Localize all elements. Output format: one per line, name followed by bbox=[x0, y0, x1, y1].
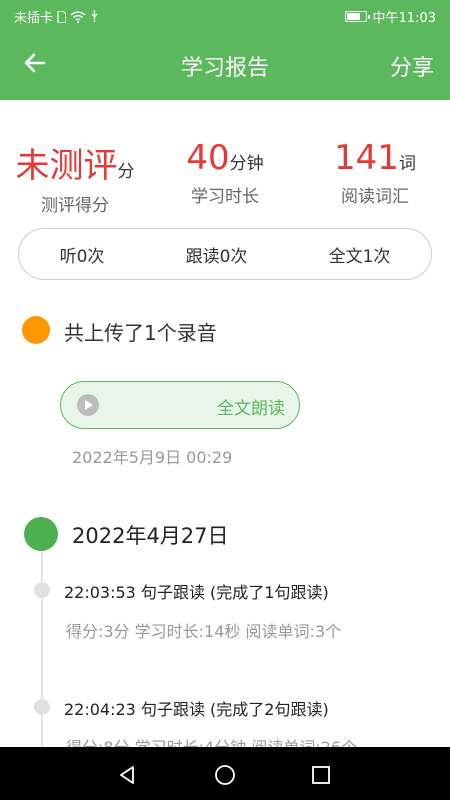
battery-icon bbox=[344, 11, 370, 22]
follow-count: 跟读0次 bbox=[185, 246, 248, 267]
upload-summary: 共上传了1个录音 bbox=[64, 321, 217, 345]
share-button[interactable]: 分享 bbox=[390, 50, 434, 82]
timeline-line bbox=[41, 548, 43, 748]
system-nav-bar bbox=[0, 747, 450, 800]
words-stat: 141词 阅读词汇 bbox=[310, 138, 440, 207]
back-button[interactable] bbox=[22, 50, 52, 80]
status-bar: 未插卡 中午11:03 bbox=[0, 0, 450, 30]
timeline-entry-dot bbox=[34, 582, 50, 598]
study-time-stat: 40分钟 学习时长 bbox=[160, 138, 290, 207]
play-icon bbox=[77, 394, 99, 416]
square-recents-icon bbox=[312, 766, 330, 784]
usb-icon bbox=[91, 10, 98, 22]
score-stat: 未测评分 测评得分 bbox=[10, 138, 140, 216]
triangle-back-icon bbox=[120, 766, 134, 784]
score-unit: 分 bbox=[117, 162, 135, 182]
timeline-entry-title: 22:04:23 句子跟读 (完成了2句跟读) bbox=[64, 700, 329, 719]
audio-play-button[interactable]: 全文朗读 bbox=[60, 381, 300, 429]
full-count: 全文1次 bbox=[328, 246, 391, 267]
listen-count: 听0次 bbox=[59, 246, 105, 267]
status-left: 未插卡 bbox=[14, 7, 99, 26]
date-dot-icon bbox=[24, 517, 58, 551]
circle-home-icon bbox=[215, 765, 235, 785]
nav-back-button[interactable] bbox=[115, 763, 139, 787]
page-title: 学习报告 bbox=[180, 56, 269, 81]
words-label: 阅读词汇 bbox=[341, 187, 409, 207]
timeline-entry-meta: 得分:3分 学习时长:14秒 阅读单词:3个 bbox=[66, 622, 342, 641]
upload-date: 2022年5月9日 00:29 bbox=[72, 448, 233, 467]
nav-home-button[interactable] bbox=[213, 763, 237, 787]
study-time-value-row: 40分钟 bbox=[160, 138, 290, 178]
arrow-left-icon bbox=[24, 53, 46, 73]
app-bar: 学习报告 分享 bbox=[0, 30, 450, 100]
study-time-value: 40 bbox=[186, 138, 230, 178]
score-value-row: 未测评分 bbox=[10, 138, 140, 187]
study-time-label: 学习时长 bbox=[191, 187, 259, 207]
audio-label: 全文朗读 bbox=[217, 399, 285, 419]
words-value: 141 bbox=[334, 138, 399, 178]
clock-text: 中午11:03 bbox=[372, 11, 436, 26]
nav-recents-button[interactable] bbox=[309, 763, 333, 787]
timeline-entry-title: 22:03:53 句子跟读 (完成了1句跟读) bbox=[64, 583, 329, 602]
battery-fill bbox=[346, 13, 360, 20]
carrier-text: 未插卡 bbox=[14, 11, 54, 26]
timeline-date: 2022年4月27日 bbox=[72, 524, 229, 548]
upload-dot-icon bbox=[22, 316, 50, 344]
score-label: 测评得分 bbox=[41, 196, 109, 216]
study-time-unit: 分钟 bbox=[229, 154, 264, 174]
status-right: 中午11:03 bbox=[344, 7, 436, 26]
sim-icon bbox=[57, 10, 67, 23]
wifi-icon bbox=[70, 10, 86, 23]
score-value: 未测评 bbox=[15, 146, 118, 186]
words-unit: 词 bbox=[398, 154, 416, 174]
activity-counts: 听0次 跟读0次 全文1次 bbox=[18, 228, 432, 280]
words-value-row: 141词 bbox=[310, 138, 440, 178]
timeline-entry-dot bbox=[34, 699, 50, 715]
stats-section: 未测评分 测评得分 40分钟 学习时长 141词 阅读词汇 bbox=[0, 138, 450, 218]
